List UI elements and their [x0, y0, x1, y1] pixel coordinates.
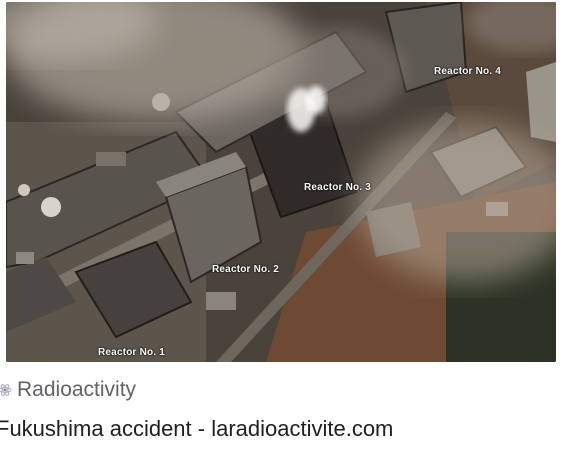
reactor-no-2-label: Reactor No. 2 [212, 264, 280, 275]
reactor-no-3-label: Reactor No. 3 [304, 182, 372, 193]
reactor-no-4-label: Reactor No. 4 [434, 66, 502, 77]
source-row[interactable]: Radioactivity [0, 376, 136, 404]
atom-icon [0, 384, 12, 396]
aerial-photo-graphic [6, 2, 556, 362]
reactor-no-1-label: Reactor No. 1 [98, 347, 166, 358]
image-result-card[interactable]: Reactor No. 4 Reactor No. 3 Reactor No. … [0, 0, 570, 452]
source-name: Radioactivity [17, 378, 137, 401]
result-title-link[interactable]: Fukushima accident - laradioactivite.com [0, 416, 393, 442]
result-photo[interactable]: Reactor No. 4 Reactor No. 3 Reactor No. … [6, 2, 556, 362]
